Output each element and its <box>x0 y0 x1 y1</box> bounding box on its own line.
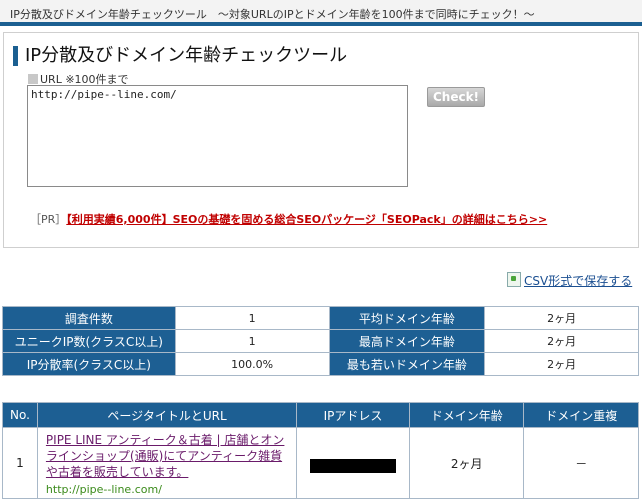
results-header-row: No. ページタイトルとURL IPアドレス ドメイン年齢 ドメイン重複 <box>2 402 639 428</box>
url-textarea[interactable]: http://pipe--line.com/ <box>27 85 408 187</box>
row-page-title-link[interactable]: PIPE LINE アンティーク＆古着 | 店舗とオンラインショップ(通販)にて… <box>46 432 290 480</box>
row-ip-cell <box>296 427 410 499</box>
top-banner: IP分散及びドメイン年齢チェックツール ～対象URLのIPとドメイン年齢を100… <box>0 0 642 26</box>
redacted-ip-block <box>310 458 396 473</box>
row-page-cell: PIPE LINE アンティーク＆古着 | 店舗とオンラインショップ(通販)にて… <box>36 427 298 499</box>
pr-tag: ［PR］ <box>30 213 67 226</box>
max-age-value: 2ヶ月 <box>484 329 639 353</box>
label-square-icon <box>28 74 38 84</box>
ip-rate-value: 100.0% <box>174 352 330 376</box>
banner-divider <box>0 22 642 26</box>
check-button[interactable]: Check! <box>427 87 485 107</box>
min-age-value: 2ヶ月 <box>484 352 639 376</box>
avg-age-value: 2ヶ月 <box>484 306 639 330</box>
row-age: 2ヶ月 <box>408 427 525 499</box>
col-header-age: ドメイン年齢 <box>408 402 525 428</box>
col-header-no: No. <box>2 402 38 428</box>
stats-row: ユニークIP数(クラスC以上) 1 最高ドメイン年齢 2ヶ月 <box>2 329 639 353</box>
stats-row: IP分散率(クラスC以上) 100.0% 最も若いドメイン年齢 2ヶ月 <box>2 352 639 376</box>
title-accent-bar <box>13 46 18 66</box>
csv-save-link[interactable]: CSV形式で保存する <box>524 274 632 288</box>
tool-title-text: IP分散及びドメイン年齢チェックツール <box>25 45 348 66</box>
stats-row: 調査件数 1 平均ドメイン年齢 2ヶ月 <box>2 306 639 330</box>
avg-age-label: 平均ドメイン年齢 <box>328 306 486 330</box>
max-age-label: 最高ドメイン年齢 <box>328 329 486 353</box>
unique-ip-label: ユニークIP数(クラスC以上) <box>2 329 176 353</box>
csv-save[interactable]: CSV形式で保存する <box>507 272 632 289</box>
col-header-ip: IPアドレス <box>296 402 410 428</box>
col-header-page: ページタイトルとURL <box>36 402 298 428</box>
min-age-label: 最も若いドメイン年齢 <box>328 352 486 376</box>
csv-file-icon <box>507 272 521 287</box>
col-header-duplicate: ドメイン重複 <box>523 402 639 428</box>
pr-line: ［PR］【利用実績6,000件】SEOの基礎を固める総合SEOパッケージ「SEO… <box>30 211 547 227</box>
row-no: 1 <box>2 427 38 499</box>
tool-panel: IP分散及びドメイン年齢チェックツール URL ※100件まで http://p… <box>3 32 639 248</box>
pr-link[interactable]: 【利用実績6,000件】SEOの基礎を固める総合SEOパッケージ「SEOPack… <box>66 213 547 226</box>
ip-rate-label: IP分散率(クラスC以上) <box>2 352 176 376</box>
banner-text: IP分散及びドメイン年齢チェックツール ～対象URLのIPとドメイン年齢を100… <box>10 8 535 21</box>
row-duplicate: － <box>523 427 639 499</box>
unique-ip-value: 1 <box>174 329 330 353</box>
survey-count-label: 調査件数 <box>2 306 176 330</box>
stats-table: 調査件数 1 平均ドメイン年齢 2ヶ月 ユニークIP数(クラスC以上) 1 最高… <box>2 306 639 376</box>
row-page-url: http://pipe--line.com/ <box>45 483 162 496</box>
survey-count-value: 1 <box>174 306 330 330</box>
table-row: 1 PIPE LINE アンティーク＆古着 | 店舗とオンラインショップ(通販)… <box>2 427 639 499</box>
results-table: No. ページタイトルとURL IPアドレス ドメイン年齢 ドメイン重複 1 P… <box>2 402 639 499</box>
